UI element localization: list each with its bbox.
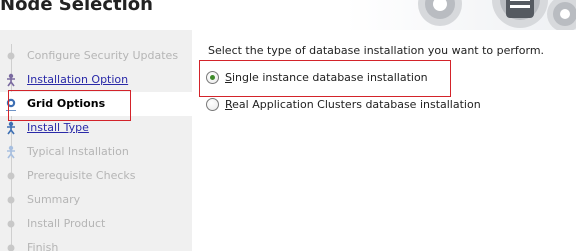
wizard-steps-sidebar: Configure Security Updates Installation … <box>0 30 192 251</box>
step-configure-security-updates: Configure Security Updates <box>0 44 192 68</box>
step-label[interactable]: Install Type <box>27 121 89 134</box>
option-rac[interactable]: Real Application Clusters database insta… <box>206 95 481 113</box>
page-header: Node Selection <box>0 0 576 30</box>
step-label: Install Product <box>27 217 106 230</box>
step-dot-icon <box>7 196 15 204</box>
step-figure-icon <box>7 121 15 135</box>
step-prerequisite-checks: Prerequisite Checks <box>0 164 192 188</box>
radio-single-instance[interactable] <box>206 70 219 84</box>
step-dot-icon <box>7 172 15 180</box>
step-label: Finish <box>27 241 59 251</box>
step-label: Configure Security Updates <box>27 49 179 62</box>
step-figure-icon <box>6 98 16 111</box>
step-finish: Finish <box>0 236 192 251</box>
database-icon <box>506 0 534 18</box>
step-figure-icon <box>7 145 15 159</box>
step-figure-icon <box>7 73 15 87</box>
step-label: Grid Options <box>27 97 106 110</box>
step-dot-icon <box>7 52 15 60</box>
step-install-type[interactable]: Install Type <box>0 116 192 140</box>
step-dot-icon <box>7 220 15 228</box>
step-label: Typical Installation <box>27 145 129 158</box>
step-grid-options[interactable]: Grid Options <box>0 92 192 116</box>
step-install-product: Install Product <box>0 212 192 236</box>
step-label: Summary <box>27 193 81 206</box>
gear-icon <box>418 0 576 30</box>
step-label: Prerequisite Checks <box>27 169 136 182</box>
page-title: Node Selection <box>0 0 153 15</box>
option-label[interactable]: Single instance database installation <box>225 71 428 84</box>
instruction-text: Select the type of database installation… <box>208 44 545 57</box>
option-single-instance[interactable]: Single instance database installation <box>206 68 428 86</box>
step-label[interactable]: Installation Option <box>27 73 128 86</box>
radio-rac[interactable] <box>206 97 219 111</box>
main-content: Select the type of database installation… <box>192 30 576 251</box>
step-installation-option[interactable]: Installation Option <box>0 68 192 92</box>
step-dot-icon <box>7 244 15 251</box>
option-label[interactable]: Real Application Clusters database insta… <box>225 98 481 111</box>
step-typical-installation: Typical Installation <box>0 140 192 164</box>
step-summary: Summary <box>0 188 192 212</box>
